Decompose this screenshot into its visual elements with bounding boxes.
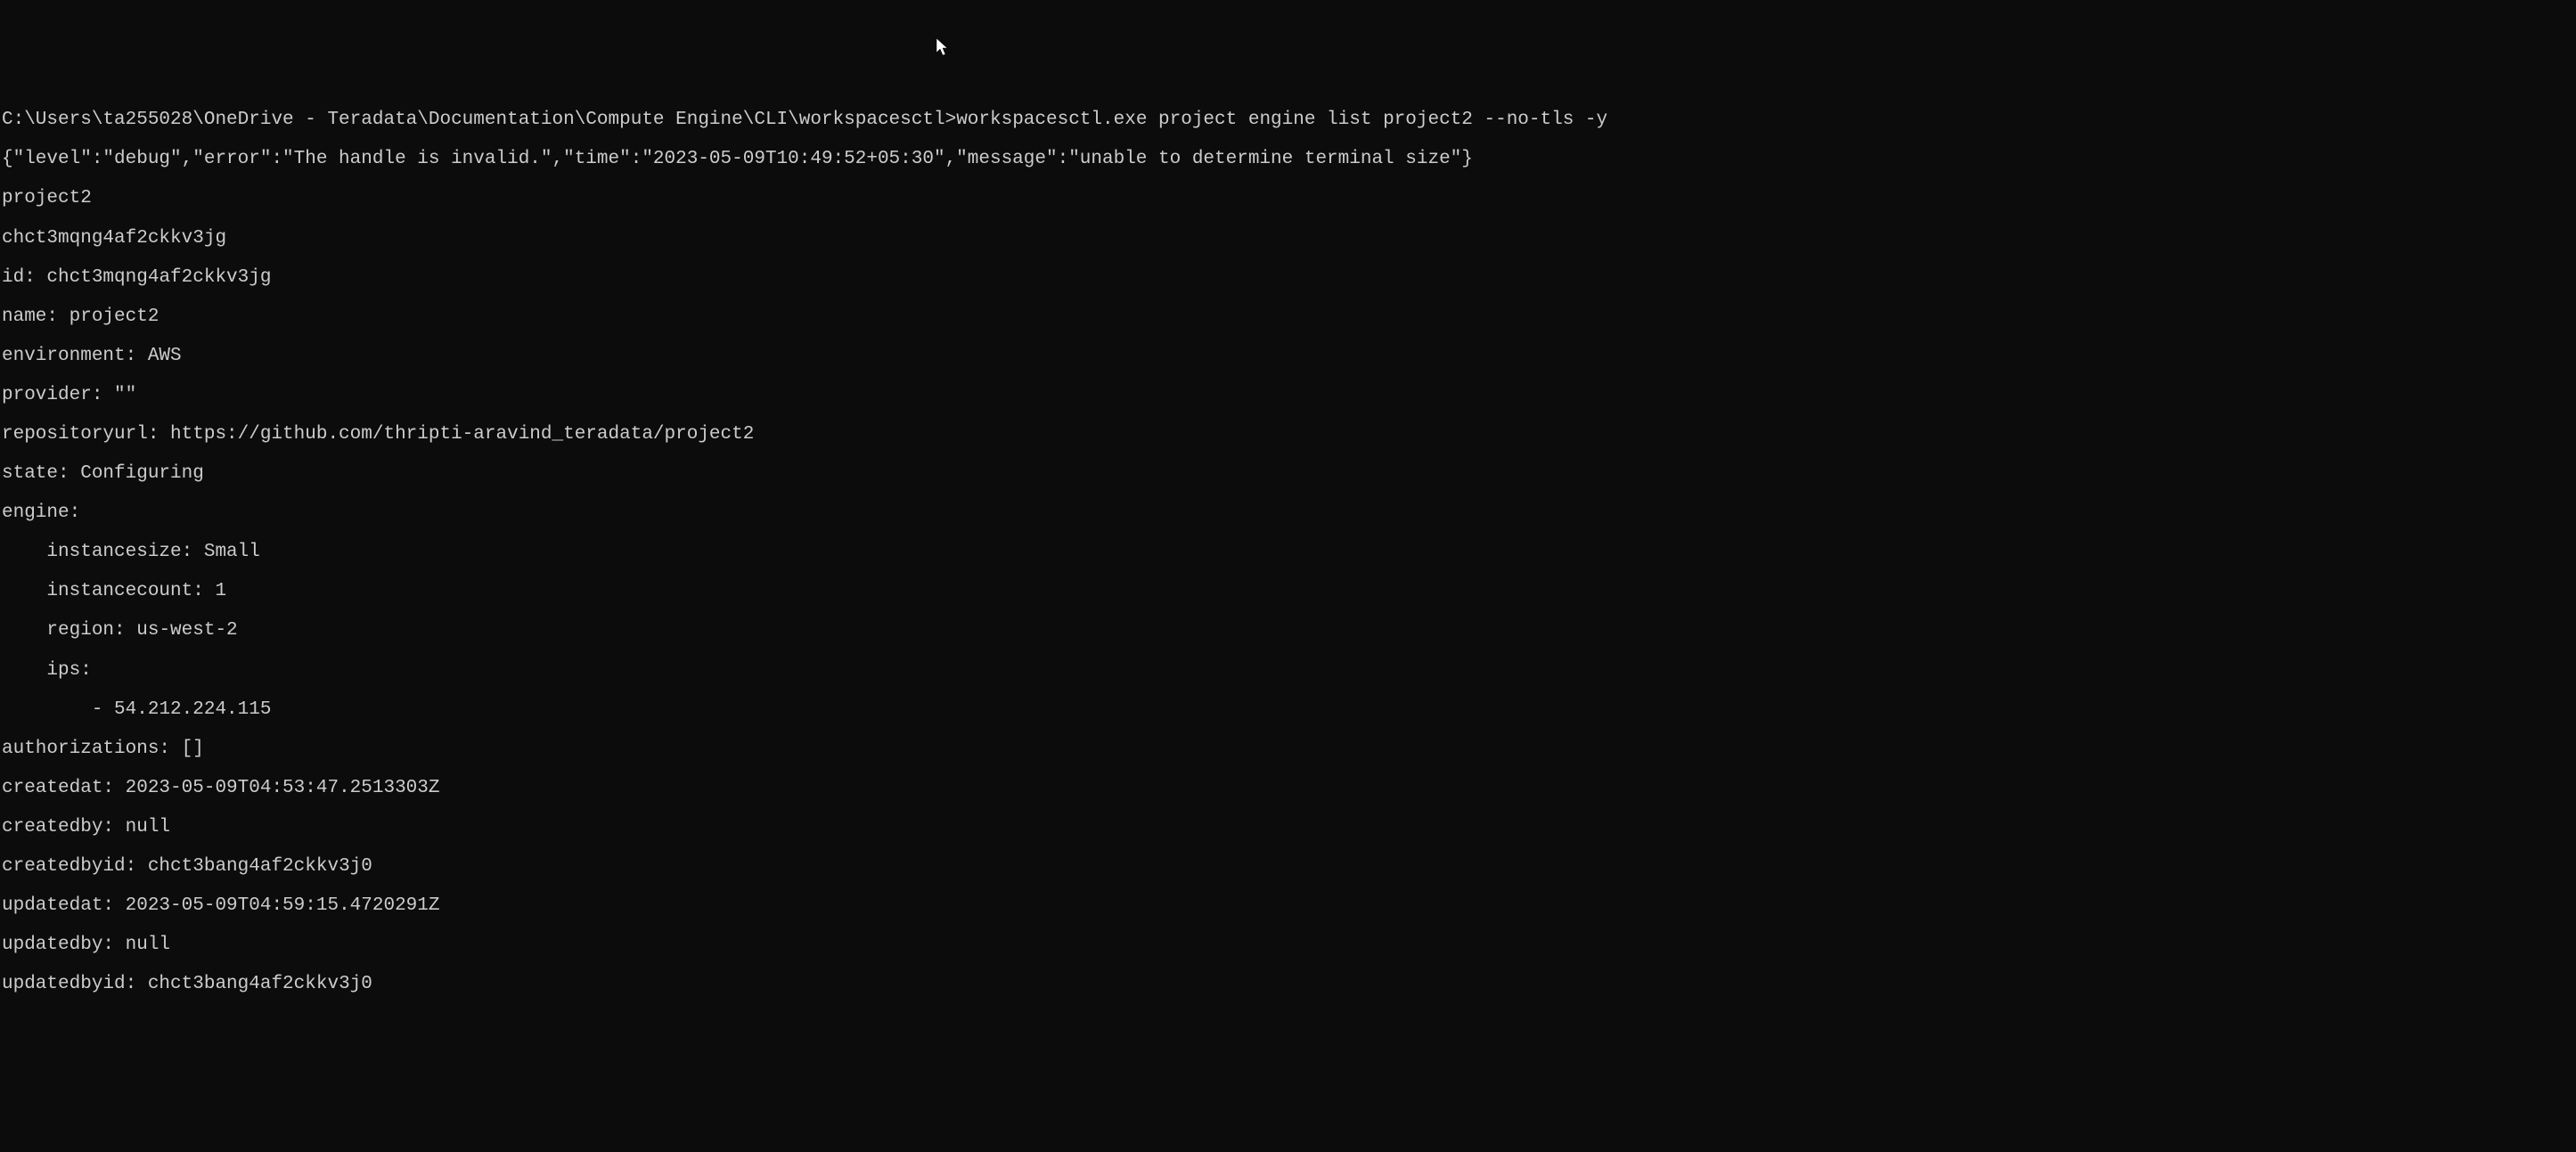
engine-line: engine: [2, 503, 2574, 523]
id-line: id: chct3mqng4af2ckkv3jg [2, 268, 2574, 288]
updatedby-label: updatedby: [2, 935, 126, 955]
command-line: C:\Users\ta255028\OneDrive - Teradata\Do… [2, 110, 2574, 130]
name-value: project2 [70, 306, 159, 327]
state-line: state: Configuring [2, 464, 2574, 484]
provider-value: "" [114, 385, 136, 405]
id-value: chct3mqng4af2ckkv3jg [46, 267, 271, 288]
ips-item-prefix: - [2, 699, 114, 720]
environment-line: environment: AWS [2, 347, 2574, 366]
project-name-line: project2 [2, 189, 2574, 208]
createdbyid-label: createdbyid: [2, 856, 148, 877]
updatedat-line: updatedat: 2023-05-09T04:59:15.4720291Z [2, 896, 2574, 916]
updatedbyid-label: updatedbyid: [2, 974, 148, 994]
region-label: region: [2, 620, 136, 641]
provider-label: provider: [2, 385, 114, 405]
command-text: workspacesctl.exe project engine list pr… [956, 110, 1607, 130]
instancesize-line: instancesize: Small [2, 543, 2574, 562]
instancesize-label: instancesize: [2, 542, 204, 562]
createdby-label: createdby: [2, 817, 126, 837]
createdat-line: createdat: 2023-05-09T04:53:47.2513303Z [2, 779, 2574, 798]
instancecount-line: instancecount: 1 [2, 582, 2574, 601]
updatedat-label: updatedat: [2, 895, 126, 916]
updatedat-value: 2023-05-09T04:59:15.4720291Z [126, 895, 440, 916]
createdat-value: 2023-05-09T04:53:47.2513303Z [126, 778, 440, 798]
updatedby-line: updatedby: null [2, 935, 2574, 955]
environment-value: AWS [148, 346, 182, 366]
provider-line: provider: "" [2, 386, 2574, 405]
repositoryurl-value: https://github.com/thripti-aravind_terad… [170, 424, 754, 445]
name-line: name: project2 [2, 307, 2574, 327]
id-label: id: [2, 267, 46, 288]
instancecount-value: 1 [215, 581, 226, 601]
createdbyid-line: createdbyid: chct3bang4af2ckkv3j0 [2, 857, 2574, 877]
region-line: region: us-west-2 [2, 621, 2574, 641]
updatedby-value: null [126, 935, 170, 955]
terminal-output[interactable]: C:\Users\ta255028\OneDrive - Teradata\Do… [0, 78, 2576, 1014]
instancesize-value: Small [204, 542, 260, 562]
ips-item-line: - 54.212.224.115 [2, 700, 2574, 720]
authorizations-line: authorizations: [] [2, 739, 2574, 759]
ips-line: ips: [2, 661, 2574, 681]
repositoryurl-line: repositoryurl: https://github.com/thript… [2, 425, 2574, 445]
authorizations-value: [] [182, 739, 204, 759]
region-value: us-west-2 [136, 620, 237, 641]
state-label: state: [2, 463, 80, 484]
name-label: name: [2, 306, 70, 327]
repositoryurl-label: repositoryurl: [2, 424, 170, 445]
environment-label: environment: [2, 346, 148, 366]
project-id-short-line: chct3mqng4af2ckkv3jg [2, 229, 2574, 249]
createdat-label: createdat: [2, 778, 126, 798]
authorizations-label: authorizations: [2, 739, 182, 759]
createdby-line: createdby: null [2, 818, 2574, 837]
updatedbyid-value: chct3bang4af2ckkv3j0 [148, 974, 372, 994]
createdbyid-value: chct3bang4af2ckkv3j0 [148, 856, 372, 877]
ips-item-value: 54.212.224.115 [114, 699, 271, 720]
instancecount-label: instancecount: [2, 581, 215, 601]
mouse-cursor-icon [913, 18, 951, 63]
state-value: Configuring [80, 463, 204, 484]
updatedbyid-line: updatedbyid: chct3bang4af2ckkv3j0 [2, 975, 2574, 994]
createdby-value: null [126, 817, 170, 837]
debug-line: {"level":"debug","error":"The handle is … [2, 150, 2574, 169]
prompt-path: C:\Users\ta255028\OneDrive - Teradata\Do… [2, 110, 956, 130]
